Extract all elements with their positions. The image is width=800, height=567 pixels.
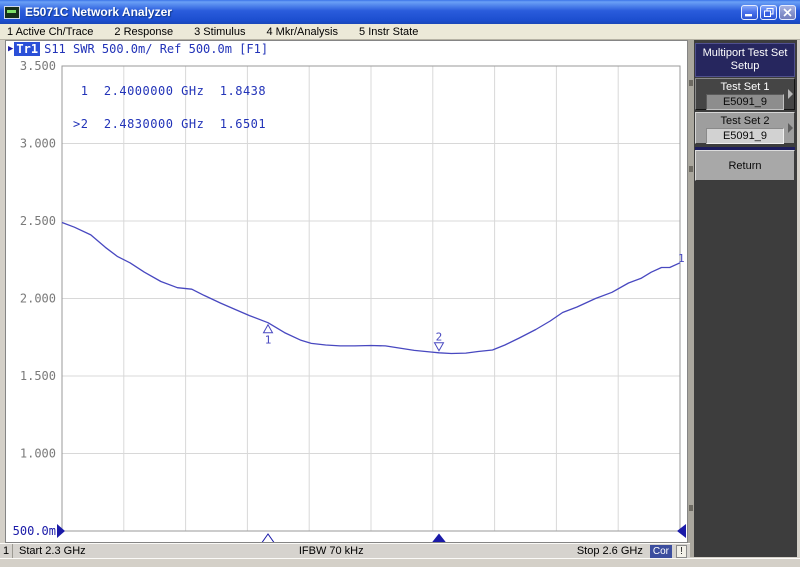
window-title: E5071C Network Analyzer: [25, 5, 172, 19]
reference-level-label: 500.0m: [13, 524, 56, 538]
submenu-arrow-icon: [788, 123, 793, 133]
window-bottom-frame: [0, 558, 800, 567]
scrollbar-nub: [689, 80, 693, 86]
submenu-arrow-icon: [788, 89, 793, 99]
softkey-return[interactable]: Return: [695, 150, 795, 181]
reference-level-marker-icon: [57, 524, 65, 538]
close-button[interactable]: [779, 4, 796, 20]
y-axis-tick-label: 3.000: [20, 137, 56, 151]
sweep-stop-marker-icon: [677, 524, 686, 538]
status-bar: 1 Start 2.3 GHz IFBW 70 kHz Stop 2.6 GHz…: [0, 543, 690, 558]
softkey-label: Test Set 1: [720, 81, 770, 93]
marker-1-label: 1: [265, 334, 272, 347]
softkey-test-set-2[interactable]: Test Set 2 E5091_9: [695, 112, 795, 144]
marker-readout: 1 2.4000000 GHz 1.8438 >2 2.4830000 GHz …: [73, 64, 266, 152]
trace-status-bar: ▶ Tr1 S11 SWR 500.0m/ Ref 500.0m [F1]: [8, 42, 268, 56]
menu-instr-state[interactable]: 5 Instr State: [359, 26, 418, 38]
softkey-scrollbar[interactable]: [688, 40, 694, 557]
softkey-menu-title: Multiport Test Set Setup: [695, 43, 795, 77]
y-axis-tick-label: 2.000: [20, 292, 56, 306]
marker-2-symbol: [433, 342, 445, 352]
sweep-indicator: !: [676, 544, 687, 558]
menu-bar: 1 Active Ch/Trace 2 Response 3 Stimulus …: [0, 24, 800, 40]
correction-status-badge: Cor: [649, 544, 672, 558]
menu-active-ch-trace[interactable]: 1 Active Ch/Trace: [7, 26, 93, 38]
menu-response[interactable]: 2 Response: [114, 26, 173, 38]
y-axis-tick-label: 1.500: [20, 369, 56, 383]
start-frequency: Start 2.3 GHz: [19, 545, 86, 557]
marker-2-stimulus-icon: [432, 533, 446, 542]
menu-mkr-analysis[interactable]: 4 Mkr/Analysis: [266, 26, 338, 38]
marker-1-symbol: [262, 323, 274, 334]
trace-end-label: 1: [678, 252, 685, 265]
close-icon: [783, 7, 792, 17]
softkey-test-set-1[interactable]: Test Set 1 E5091_9: [695, 78, 795, 110]
marker-1-stimulus-icon: [261, 533, 275, 542]
y-axis-tick-label: 3.500: [20, 59, 56, 73]
y-axis-tick-label: 1.000: [20, 447, 56, 461]
stop-frequency: Stop 2.6 GHz: [576, 545, 643, 557]
app-icon: [4, 5, 20, 19]
trace-label-badge[interactable]: Tr1: [14, 42, 41, 56]
trace-format-text: S11 SWR 500.0m/ Ref 500.0m [F1]: [44, 42, 269, 56]
restore-button[interactable]: [760, 4, 777, 20]
softkey-value: E5091_9: [706, 128, 784, 144]
channel-window: 3.500 3.000 2.500 2.000 1.500 1.000 500.0m 1 1 2 …: [5, 40, 688, 543]
menu-stimulus[interactable]: 3 Stimulus: [194, 26, 245, 38]
title-bar: E5071C Network Analyzer: [0, 0, 800, 24]
scrollbar-nub: [689, 166, 693, 172]
marker-2-label: 2: [436, 331, 443, 344]
channel-number: 1: [0, 544, 13, 558]
restore-icon: [763, 7, 773, 17]
scrollbar-nub: [689, 505, 693, 511]
minimize-icon: [745, 13, 752, 16]
softkey-value: E5091_9: [706, 94, 784, 110]
ifbw-readout: IFBW 70 kHz: [298, 545, 364, 557]
minimize-button[interactable]: [741, 4, 758, 20]
softkey-sidebar: Multiport Test Set Setup Test Set 1 E509…: [688, 40, 797, 557]
marker-readout-line-2: >2 2.4830000 GHz 1.6501: [73, 117, 267, 131]
active-trace-indicator-icon: ▶: [8, 44, 14, 54]
y-axis-tick-label: 2.500: [20, 214, 56, 228]
softkey-label: Test Set 2: [720, 115, 770, 127]
marker-readout-line-1: 1 2.4000000 GHz 1.8438: [73, 84, 267, 98]
